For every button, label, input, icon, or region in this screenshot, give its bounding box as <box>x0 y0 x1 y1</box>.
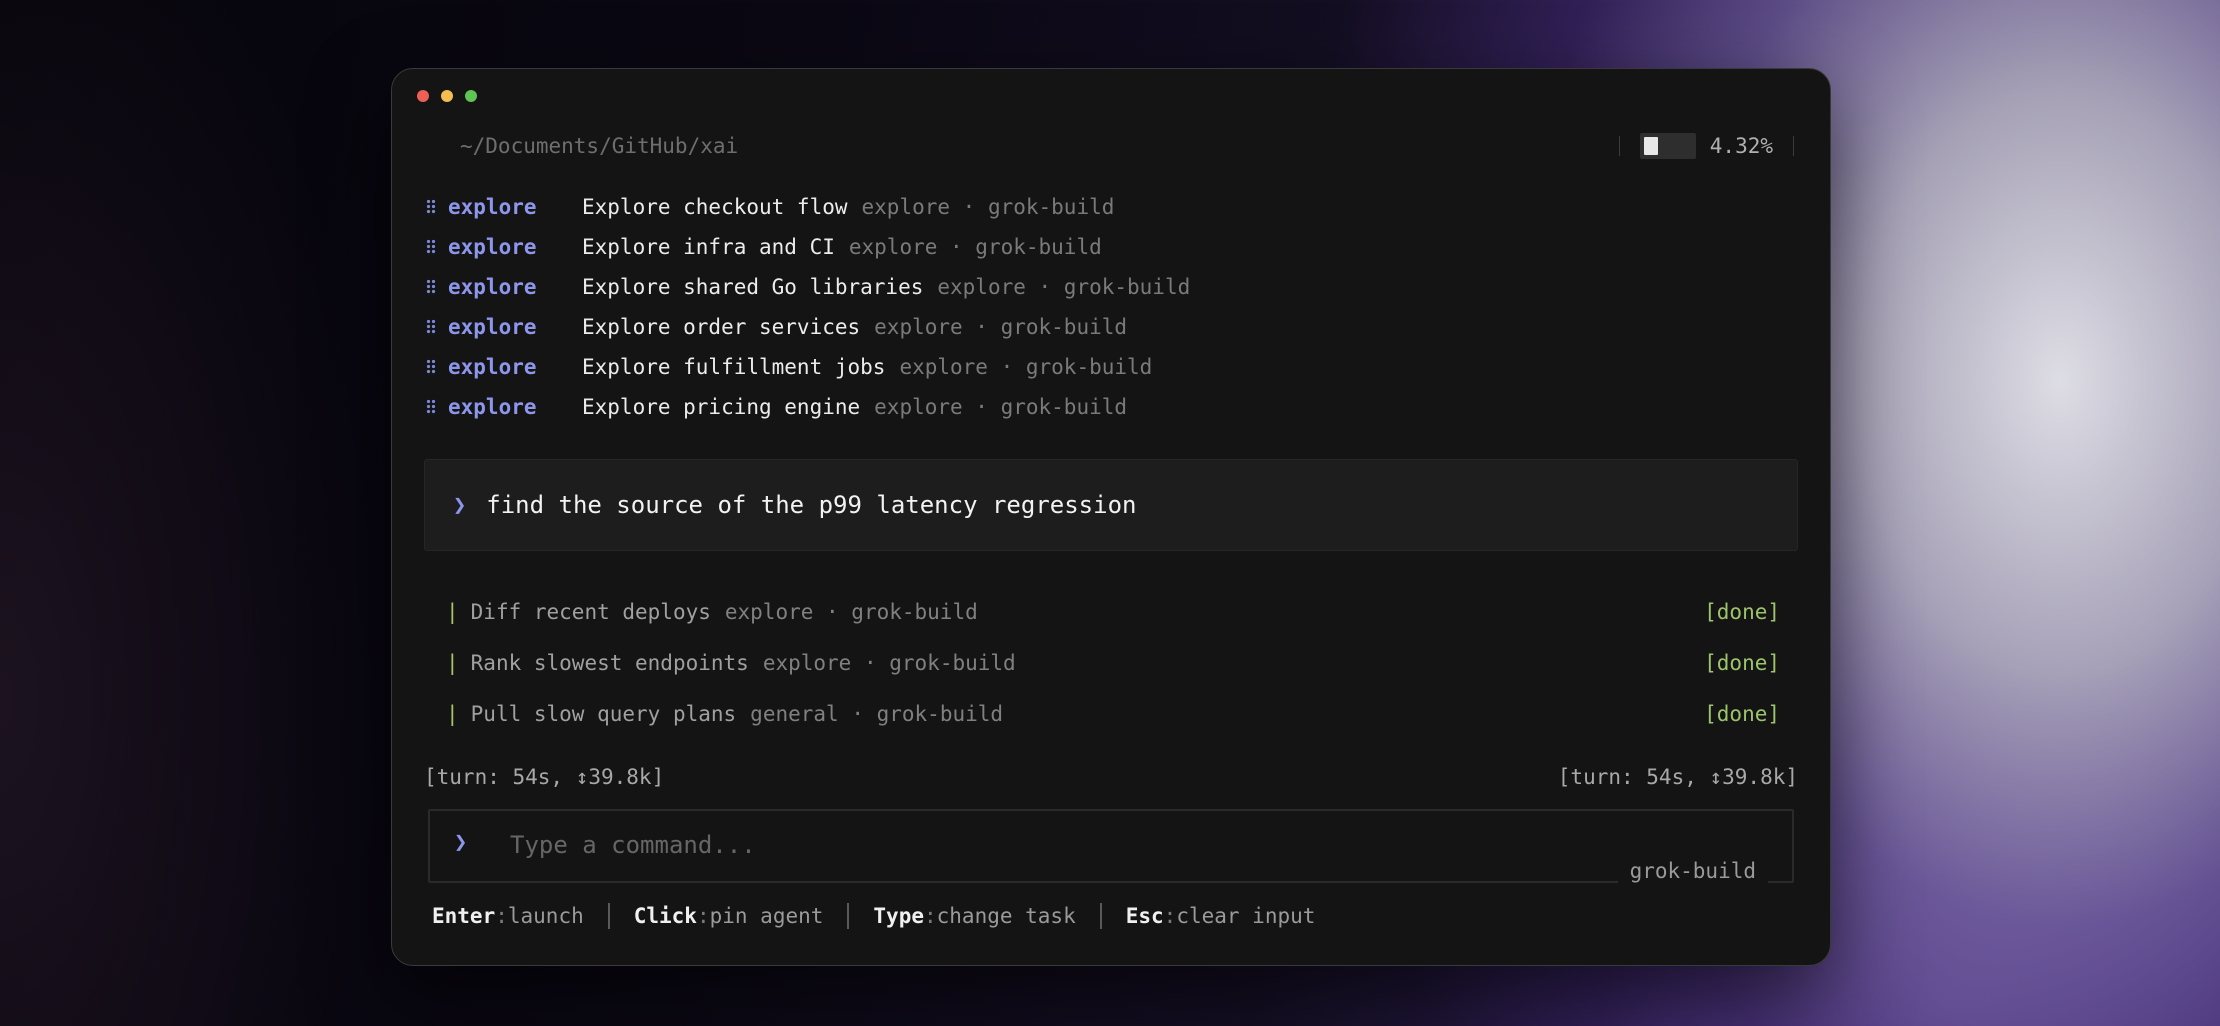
agent-meta: explore · grok-build <box>848 235 1102 259</box>
task-indicator: | <box>446 701 459 726</box>
maximize-window-button[interactable] <box>465 90 477 102</box>
turn-stats-right: [turn: 54s, ↕39.8k] <box>1557 765 1798 789</box>
divider <box>607 903 610 929</box>
agent-kind: explore <box>448 315 537 339</box>
keyboard-hints: Enter: launch Click: pin agent Type: change… <box>432 903 1315 929</box>
task-row[interactable]: | Rank slowest endpoints explore · grok-… <box>446 637 1780 688</box>
task-status: [done] <box>1704 701 1780 726</box>
task-meta: general · grok-build <box>750 701 1004 726</box>
divider <box>1099 903 1102 929</box>
agent-row[interactable]: explore Explore shared Go libraries expl… <box>426 267 1796 307</box>
task-indicator: | <box>446 599 459 624</box>
chevron-right-icon: ❯ <box>453 492 467 518</box>
task-title: Diff recent deploys <box>470 599 711 624</box>
task-list: | Diff recent deploys explore · grok-bui… <box>446 586 1780 739</box>
task-meta: explore · grok-build <box>762 650 1016 675</box>
agent-row[interactable]: explore Explore pricing engine explore ·… <box>426 387 1796 427</box>
hint-colon: : <box>923 904 937 928</box>
agent-meta: explore · grok-build <box>899 355 1153 379</box>
chevron-right-icon: ❯ <box>454 830 468 855</box>
command-input[interactable] <box>510 823 1510 867</box>
context-usage: 4.32% <box>1618 131 1794 161</box>
agent-title: Explore shared Go libraries <box>582 275 924 299</box>
window-controls <box>417 90 477 102</box>
drag-handle-icon[interactable] <box>426 239 436 255</box>
agent-meta: explore · grok-build <box>861 195 1115 219</box>
agent-meta: explore · grok-build <box>874 315 1128 339</box>
working-directory: ~/Documents/GitHub/xai <box>460 134 739 158</box>
hint-colon: : <box>696 904 710 928</box>
agent-meta: explore · grok-build <box>874 395 1128 419</box>
hint-desc: clear input <box>1176 904 1316 928</box>
divider <box>847 903 850 929</box>
hint-key: Enter <box>432 904 496 928</box>
agent-meta: explore · grok-build <box>937 275 1191 299</box>
agent-row[interactable]: explore Explore fulfillment jobs explore… <box>426 347 1796 387</box>
hint-desc: launch <box>507 904 584 928</box>
context-meter <box>1639 133 1696 159</box>
agent-row[interactable]: explore Explore order services explore ·… <box>426 307 1796 347</box>
terminal-window: ~/Documents/GitHub/xai 4.32% explore Exp… <box>391 68 1831 966</box>
task-indicator: | <box>446 650 459 675</box>
agent-kind: explore <box>448 275 537 299</box>
background-glow <box>0 0 400 1026</box>
agent-title: Explore infra and CI <box>582 235 835 259</box>
agent-title: Explore order services <box>582 315 861 339</box>
hint-key: Type <box>873 904 924 928</box>
drag-handle-icon[interactable] <box>426 279 436 295</box>
divider <box>1618 136 1620 156</box>
hint-desc: change task <box>936 904 1076 928</box>
agent-title: Explore fulfillment jobs <box>582 355 886 379</box>
model-label: grok-build <box>1617 857 1768 885</box>
drag-handle-icon[interactable] <box>426 359 436 375</box>
context-percent: 4.32% <box>1709 134 1773 158</box>
task-meta: explore · grok-build <box>724 599 978 624</box>
task-status: [done] <box>1704 650 1780 675</box>
close-window-button[interactable] <box>417 90 429 102</box>
hint-colon: : <box>495 904 508 928</box>
submitted-prompt: ❯ find the source of the p99 latency reg… <box>424 459 1798 551</box>
agent-kind: explore <box>448 195 537 219</box>
task-row[interactable]: | Diff recent deploys explore · grok-bui… <box>446 586 1780 637</box>
command-input-box[interactable]: ❯ grok-build <box>428 809 1794 885</box>
divider <box>1793 136 1794 156</box>
agent-title: Explore checkout flow <box>582 195 848 219</box>
hint-desc: pin agent <box>709 904 824 928</box>
agent-kind: explore <box>448 355 537 379</box>
task-title: Rank slowest endpoints <box>470 650 749 675</box>
turn-stats-left: [turn: 54s, ↕39.8k] <box>424 765 665 789</box>
agent-list: explore Explore checkout flow explore · … <box>426 187 1796 427</box>
hint-colon: : <box>1163 904 1177 928</box>
task-title: Pull slow query plans <box>470 701 737 726</box>
agent-row[interactable]: explore Explore checkout flow explore · … <box>426 187 1796 227</box>
drag-handle-icon[interactable] <box>426 319 436 335</box>
agent-kind: explore <box>448 235 537 259</box>
prompt-text: find the source of the p99 latency regre… <box>486 491 1137 519</box>
context-meter-fill <box>1643 137 1658 155</box>
task-row[interactable]: | Pull slow query plans general · grok-b… <box>446 688 1780 739</box>
drag-handle-icon[interactable] <box>426 399 436 415</box>
hint-key: Click <box>633 904 697 928</box>
agent-kind: explore <box>448 395 537 419</box>
hint-key: Esc <box>1125 904 1164 928</box>
task-status: [done] <box>1704 599 1780 624</box>
minimize-window-button[interactable] <box>441 90 453 102</box>
agent-row[interactable]: explore Explore infra and CI explore · g… <box>426 227 1796 267</box>
drag-handle-icon[interactable] <box>426 199 436 215</box>
agent-title: Explore pricing engine <box>582 395 861 419</box>
